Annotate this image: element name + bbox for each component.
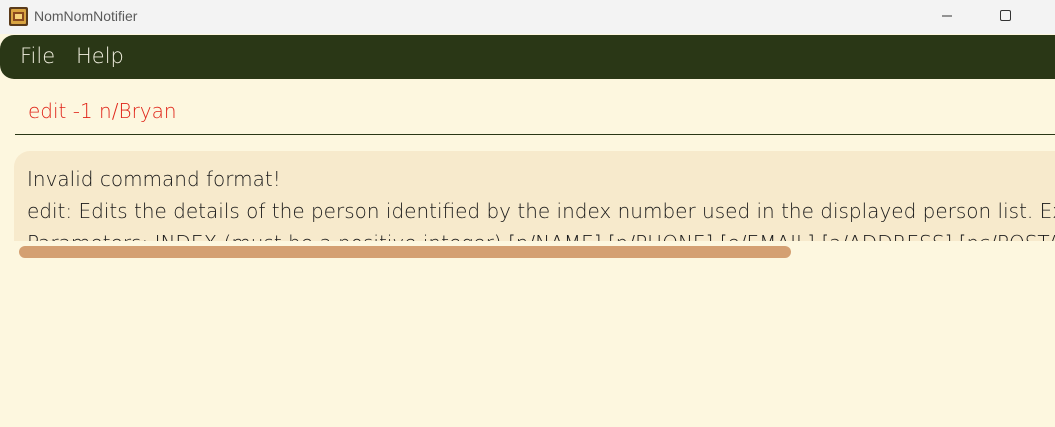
- command-input[interactable]: edit -1 n/Bryan: [28, 99, 177, 123]
- result-display: Invalid command format! edit: Edits the …: [14, 151, 1055, 241]
- result-line-error: Invalid command format!: [27, 167, 281, 191]
- result-line-parameters: Parameters: INDEX (must be a positive in…: [27, 231, 1055, 241]
- result-line-usage: edit: Edits the details of the person id…: [27, 199, 1055, 223]
- maximize-icon[interactable]: [982, 0, 1028, 32]
- minimize-icon[interactable]: [924, 0, 970, 32]
- window-titlebar: NomNomNotifier: [0, 0, 1055, 34]
- app-logo-icon: [9, 7, 28, 26]
- menu-file[interactable]: File: [20, 44, 55, 68]
- command-box[interactable]: edit -1 n/Bryan: [15, 88, 1055, 135]
- menu-bar: File Help: [0, 35, 1055, 79]
- horizontal-scrollbar-thumb[interactable]: [19, 246, 791, 258]
- menu-help[interactable]: Help: [76, 44, 124, 68]
- window-title: NomNomNotifier: [34, 8, 138, 24]
